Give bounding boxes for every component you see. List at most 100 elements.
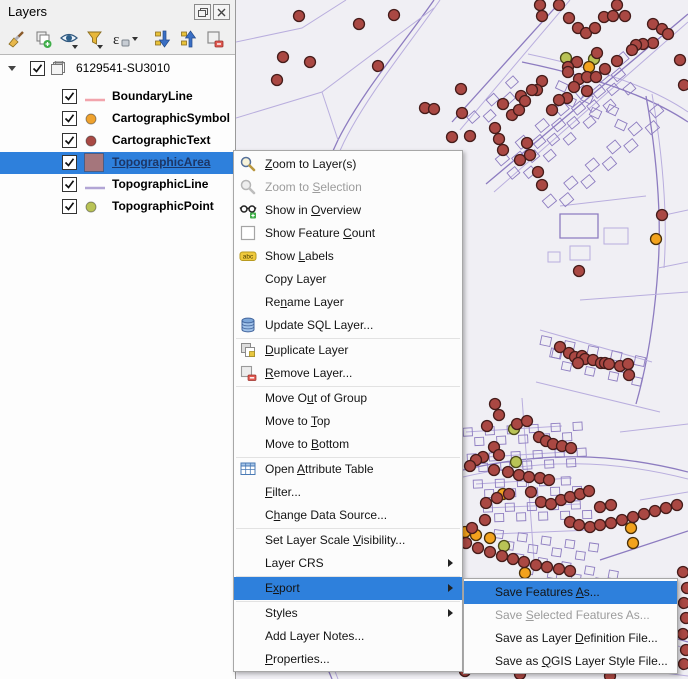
layer-checkbox[interactable] (62, 133, 77, 148)
menu-item-add-layer-notes[interactable]: Add Layer Notes... (234, 625, 462, 648)
menu-item-update-sql-layer[interactable]: Update SQL Layer... (234, 314, 462, 337)
menu-item-move-out-of-group[interactable]: Move Out of Group (234, 387, 462, 410)
map-point-red (676, 565, 688, 579)
layers-panel-header: Layers (0, 0, 235, 24)
layer-checkbox[interactable] (62, 199, 77, 214)
menu-item-label: Add Layer Notes... (265, 629, 365, 643)
map-point-red (512, 103, 526, 117)
map-point-red (567, 80, 581, 94)
layer-row-CartographicSymbol[interactable]: CartographicSymbol (0, 108, 235, 130)
menu-item-set-layer-scale-visibility[interactable]: Set Layer Scale Visibility... (234, 529, 462, 552)
map-point-red (471, 541, 485, 555)
menu-item-label: Move Out of Group (265, 391, 368, 405)
map-point-red (510, 417, 524, 431)
menu-item-move-to-bottom[interactable]: Move to Bottom (234, 433, 462, 456)
layer-row-TopographicPoint[interactable]: TopographicPoint (0, 196, 235, 218)
layer-label[interactable]: CartographicSymbol (112, 111, 230, 125)
layer-checkbox[interactable] (62, 89, 77, 104)
layer-row-CartographicText[interactable]: CartographicText (0, 130, 235, 152)
remove-layer-icon (239, 364, 257, 382)
map-point-orange (483, 531, 497, 545)
layer-row-TopographicLine[interactable]: TopographicLine (0, 174, 235, 196)
close-panel-icon[interactable] (213, 4, 230, 20)
map-point-red (387, 8, 401, 22)
menu-item-copy-layer[interactable]: Copy Layer (234, 268, 462, 291)
menu-item-zoom-to-layer-s[interactable]: Zoom to Layer(s) (234, 153, 462, 176)
menu-item-filter[interactable]: Filter... (234, 481, 462, 504)
map-point-red (545, 103, 559, 117)
map-point-red (604, 498, 618, 512)
menu-item-save-as-layer-definition-file[interactable]: Save as Layer Definition File... (464, 627, 677, 650)
group-label[interactable]: 6129541-SU3010 (76, 61, 170, 75)
map-point-red (552, 93, 566, 107)
map-point-red (535, 9, 549, 23)
layer-checkbox[interactable] (62, 177, 77, 192)
layer-label[interactable]: TopographicLine (112, 177, 208, 191)
submenu-arrow-icon (448, 559, 453, 567)
manage-map-themes-icon[interactable] (56, 27, 82, 51)
menu-item-export[interactable]: Export (234, 577, 462, 600)
remove-layer-group-icon[interactable] (202, 27, 228, 51)
filter-legend-icon[interactable] (82, 27, 108, 51)
map-point-red (529, 558, 543, 572)
layer-row-BoundaryLine[interactable]: BoundaryLine (0, 86, 235, 108)
layer-label[interactable]: CartographicText (112, 133, 210, 147)
attribute-table-icon (239, 460, 257, 478)
map-point-red (524, 485, 538, 499)
group-checkbox[interactable] (30, 61, 45, 76)
menu-item-show-labels[interactable]: abc Show Labels (234, 245, 462, 268)
map-point-red (488, 397, 502, 411)
menu-item-save-features-as[interactable]: Save Features As... (464, 581, 677, 604)
menu-item-change-data-source[interactable]: Change Data Source... (234, 504, 462, 527)
menu-item-show-in-overview[interactable]: Show in Overview (234, 199, 462, 222)
map-point-red (520, 136, 534, 150)
collapse-all-icon[interactable] (176, 27, 202, 51)
group-expander-icon[interactable] (8, 66, 16, 71)
layer-group-row[interactable]: 6129541-SU3010 (0, 58, 235, 80)
layer-label[interactable]: TopographicPoint (112, 199, 214, 213)
map-point-red (523, 148, 537, 162)
menu-item-save-as-qgis-layer-style-file[interactable]: Save as QGIS Layer Style File... (464, 650, 677, 673)
menu-item-styles[interactable]: Styles (234, 602, 462, 625)
menu-item-rename-layer[interactable]: Rename Layer (234, 291, 462, 314)
layer-symbol-swatch (84, 112, 98, 131)
map-point-red (677, 657, 688, 671)
layer-label[interactable]: TopographicArea (112, 155, 210, 169)
map-point-red (679, 643, 688, 657)
map-point-red (593, 500, 607, 514)
add-group-icon[interactable] (30, 27, 56, 51)
map-point-red (492, 408, 506, 422)
layer-label[interactable]: BoundaryLine (112, 89, 193, 103)
map-point-red (525, 83, 539, 97)
map-point-red (593, 518, 607, 532)
float-panel-icon[interactable] (194, 4, 211, 20)
show-labels-icon: abc (239, 247, 257, 265)
menu-item-remove-layer[interactable]: Remove Layer... (234, 362, 462, 385)
map-point-red (483, 545, 497, 559)
map-point-red (626, 510, 640, 524)
menu-item-open-attribute-table[interactable]: Open Attribute Table (234, 458, 462, 481)
filter-by-expression-icon[interactable]: ε (108, 27, 142, 51)
menu-item-properties[interactable]: Properties... (234, 648, 462, 671)
map-point-red (270, 73, 284, 87)
map-point-red (513, 153, 527, 167)
map-point-red (480, 419, 494, 433)
map-point-green (509, 455, 523, 469)
open-layer-styling-icon[interactable] (4, 27, 30, 51)
layer-checkbox[interactable] (62, 155, 77, 170)
svg-text:abc: abc (243, 254, 254, 261)
map-point-orange (624, 521, 638, 535)
map-point-red (646, 36, 660, 50)
menu-item-layer-crs[interactable]: Layer CRS (234, 552, 462, 575)
layer-checkbox[interactable] (62, 111, 77, 126)
group-icon (50, 60, 68, 82)
menu-item-move-to-top[interactable]: Move to Top (234, 410, 462, 433)
map-point-red (610, 54, 624, 68)
expand-all-icon[interactable] (150, 27, 176, 51)
menu-item-show-feature-count[interactable]: Show Feature Count (234, 222, 462, 245)
menu-item-duplicate-layer[interactable]: Duplicate Layer (234, 339, 462, 362)
map-point-red (648, 504, 662, 518)
map-point-red (487, 463, 501, 477)
map-point-red (502, 487, 516, 501)
layer-row-TopographicArea[interactable]: TopographicArea (0, 152, 235, 174)
